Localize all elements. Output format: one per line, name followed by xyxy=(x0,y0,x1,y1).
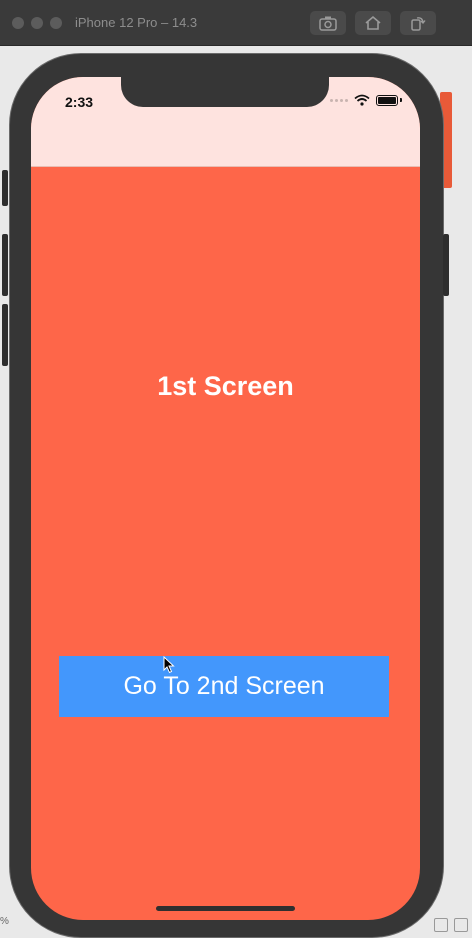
screenshot-icon xyxy=(319,16,337,31)
battery-icon xyxy=(376,94,398,106)
notch xyxy=(121,77,329,107)
simulator-titlebar: iPhone 12 Pro – 14.3 xyxy=(0,0,472,46)
status-time: 2:33 xyxy=(65,94,94,110)
background-icons xyxy=(434,918,468,932)
zoom-window-button[interactable] xyxy=(50,17,62,29)
power-button[interactable] xyxy=(443,234,449,296)
battery-tip xyxy=(400,98,402,102)
device-screen: 2:33 1st Screen Go To 2nd Screen xyxy=(31,77,420,920)
mute-switch[interactable] xyxy=(2,170,8,206)
screenshot-button[interactable] xyxy=(310,11,346,35)
minimize-window-button[interactable] xyxy=(31,17,43,29)
mouse-cursor-icon xyxy=(163,656,175,674)
status-icons xyxy=(330,94,402,106)
wifi-icon xyxy=(354,94,370,106)
rotate-button[interactable] xyxy=(400,11,436,35)
volume-down-button[interactable] xyxy=(2,304,8,366)
volume-up-button[interactable] xyxy=(2,234,8,296)
background-text: % xyxy=(0,916,9,927)
close-window-button[interactable] xyxy=(12,17,24,29)
background-icon xyxy=(454,918,468,932)
home-icon xyxy=(365,15,381,30)
go-to-second-screen-button[interactable]: Go To 2nd Screen xyxy=(59,656,389,717)
home-indicator[interactable] xyxy=(156,906,295,911)
signal-icon xyxy=(330,98,348,102)
screen-title: 1st Screen xyxy=(157,371,294,401)
background-icon xyxy=(434,918,448,932)
window-title: iPhone 12 Pro – 14.3 xyxy=(75,15,198,30)
home-button[interactable] xyxy=(355,11,391,35)
rotate-icon xyxy=(411,17,426,31)
